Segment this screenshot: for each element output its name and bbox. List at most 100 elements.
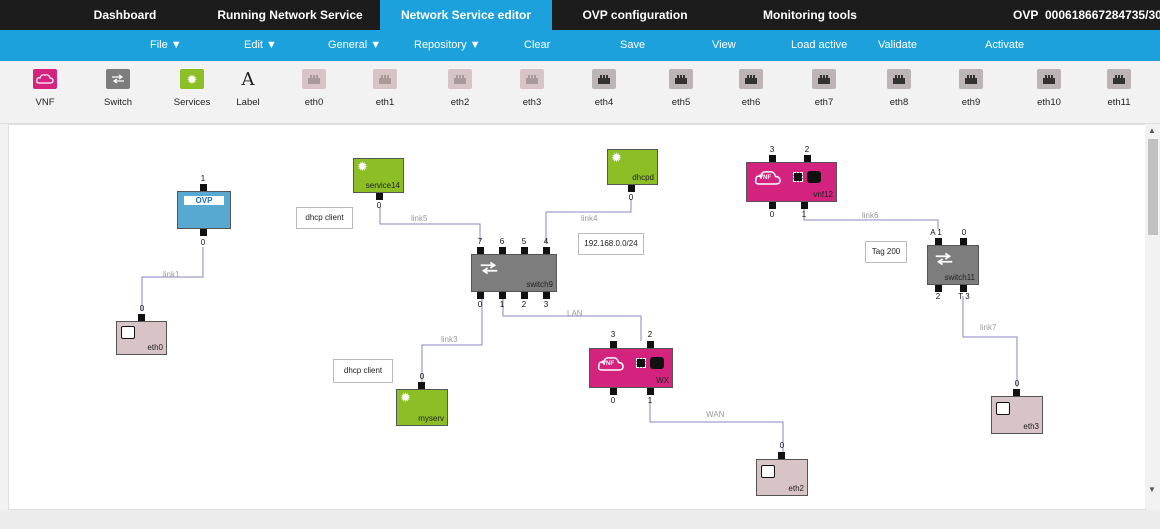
menu-edit[interactable]: Edit ▼: [244, 30, 277, 61]
ethernet-port-icon: [1037, 69, 1061, 89]
eth3-node[interactable]: eth3: [991, 396, 1043, 434]
port-number: 0: [419, 372, 425, 381]
tab-running-network-service[interactable]: Running Network Service: [210, 0, 370, 30]
port[interactable]: [960, 238, 967, 245]
activate-button[interactable]: Activate: [985, 30, 1024, 61]
palette-label-tool[interactable]: A Label: [218, 69, 278, 109]
tab-dashboard[interactable]: Dashboard: [60, 0, 190, 30]
port[interactable]: [138, 314, 145, 321]
port-number: 2: [935, 292, 941, 301]
validate-button[interactable]: Validate: [878, 30, 917, 61]
port-number: 4: [543, 237, 549, 246]
dhcpd-node[interactable]: ✹ dhcpd: [607, 149, 658, 185]
palette-eth4[interactable]: eth4: [574, 69, 634, 108]
port[interactable]: [610, 388, 617, 395]
port[interactable]: [521, 247, 528, 254]
port[interactable]: [521, 292, 528, 299]
palette-eth9[interactable]: eth9: [941, 69, 1001, 108]
port[interactable]: [499, 247, 506, 254]
ethernet-port-icon: [121, 326, 135, 339]
port[interactable]: [376, 193, 383, 200]
port-number: 7: [477, 237, 483, 246]
switch9-node[interactable]: switch9: [471, 254, 557, 292]
port[interactable]: [628, 185, 635, 192]
palette-label: eth8: [889, 97, 909, 108]
tag-note[interactable]: Tag 200: [865, 241, 907, 263]
port-number: 0: [961, 228, 967, 237]
port[interactable]: [769, 155, 776, 162]
eth2-node[interactable]: eth2: [756, 459, 808, 496]
port[interactable]: [610, 341, 617, 348]
menu-repository[interactable]: Repository ▼: [414, 30, 481, 61]
port[interactable]: [804, 155, 811, 162]
port[interactable]: [543, 292, 550, 299]
port[interactable]: [778, 452, 785, 459]
vnf12-node[interactable]: VNF vnf12: [746, 162, 837, 202]
port-number: 0: [1014, 379, 1020, 388]
gear-icon: ✹: [357, 159, 368, 174]
menu-bar: File ▼ Edit ▼ General ▼ Repository ▼ Cle…: [0, 30, 1160, 61]
port[interactable]: [935, 285, 942, 292]
port[interactable]: [647, 341, 654, 348]
palette-eth2[interactable]: eth2: [430, 69, 490, 108]
port[interactable]: [418, 382, 425, 389]
ovp-node[interactable]: OVP: [177, 191, 231, 229]
switch-icon: [935, 252, 953, 266]
scroll-down-icon[interactable]: ▼: [1148, 485, 1156, 494]
palette-eth8[interactable]: eth8: [869, 69, 929, 108]
port[interactable]: [960, 285, 967, 292]
node-label: eth0: [147, 343, 163, 352]
myserv-node[interactable]: ✹ myserv: [396, 389, 448, 426]
palette-eth11[interactable]: eth11: [1089, 69, 1149, 108]
tab-monitoring-tools[interactable]: Monitoring tools: [735, 0, 885, 30]
port[interactable]: [769, 202, 776, 209]
switch11-node[interactable]: switch11: [927, 245, 979, 285]
port[interactable]: [200, 229, 207, 236]
palette-services[interactable]: ✹ Services: [162, 69, 222, 108]
palette-eth3[interactable]: eth3: [502, 69, 562, 108]
node-label: eth3: [1023, 422, 1039, 431]
subnet-note[interactable]: 192.168.0.0/24: [578, 233, 644, 255]
port[interactable]: [477, 247, 484, 254]
load-active-button[interactable]: Load active: [791, 30, 847, 61]
port[interactable]: [543, 247, 550, 254]
dhcp-client-note[interactable]: dhcp client: [296, 207, 353, 229]
wx-node[interactable]: VNF WX: [589, 348, 673, 388]
palette-eth5[interactable]: eth5: [651, 69, 711, 108]
port[interactable]: [477, 292, 484, 299]
port-number: 1: [499, 300, 505, 309]
menu-general[interactable]: General ▼: [328, 30, 381, 61]
save-button[interactable]: Save: [620, 30, 645, 61]
scrollbar-thumb[interactable]: [1148, 139, 1158, 235]
view-button[interactable]: View: [712, 30, 736, 61]
eth0-node[interactable]: eth0: [116, 321, 167, 355]
palette-vnf[interactable]: VNF: [15, 69, 75, 108]
port[interactable]: [1013, 389, 1020, 396]
palette-eth6[interactable]: eth6: [721, 69, 781, 108]
scroll-up-icon[interactable]: ▲: [1148, 126, 1156, 135]
node-label: service14: [365, 181, 400, 190]
palette-eth1[interactable]: eth1: [355, 69, 415, 108]
port-number: A 1: [930, 228, 942, 237]
port[interactable]: [801, 202, 808, 209]
palette-label: eth6: [741, 97, 761, 108]
palette-eth7[interactable]: eth7: [794, 69, 854, 108]
tab-network-service-editor[interactable]: Network Service editor: [380, 0, 552, 30]
port[interactable]: [200, 184, 207, 191]
port[interactable]: [647, 388, 654, 395]
port[interactable]: [499, 292, 506, 299]
tab-ovp-configuration[interactable]: OVP configuration: [560, 0, 710, 30]
port[interactable]: [935, 238, 942, 245]
dhcp-client-note[interactable]: dhcp client: [333, 359, 393, 383]
ethernet-port-icon: [761, 465, 775, 478]
vertical-scrollbar[interactable]: ▲ ▼: [1145, 124, 1160, 508]
port-number: 0: [628, 193, 634, 202]
ethernet-port-icon: [887, 69, 911, 89]
menu-file[interactable]: File ▼: [150, 30, 182, 61]
clear-button[interactable]: Clear: [524, 30, 550, 61]
palette-eth10[interactable]: eth10: [1019, 69, 1079, 108]
service14-node[interactable]: ✹ service14: [353, 158, 404, 193]
palette-eth0[interactable]: eth0: [284, 69, 344, 108]
network-canvas[interactable]: link1 link5 link4 link3 LAN WAN link6 li…: [8, 124, 1146, 510]
palette-switch[interactable]: Switch: [88, 69, 148, 108]
